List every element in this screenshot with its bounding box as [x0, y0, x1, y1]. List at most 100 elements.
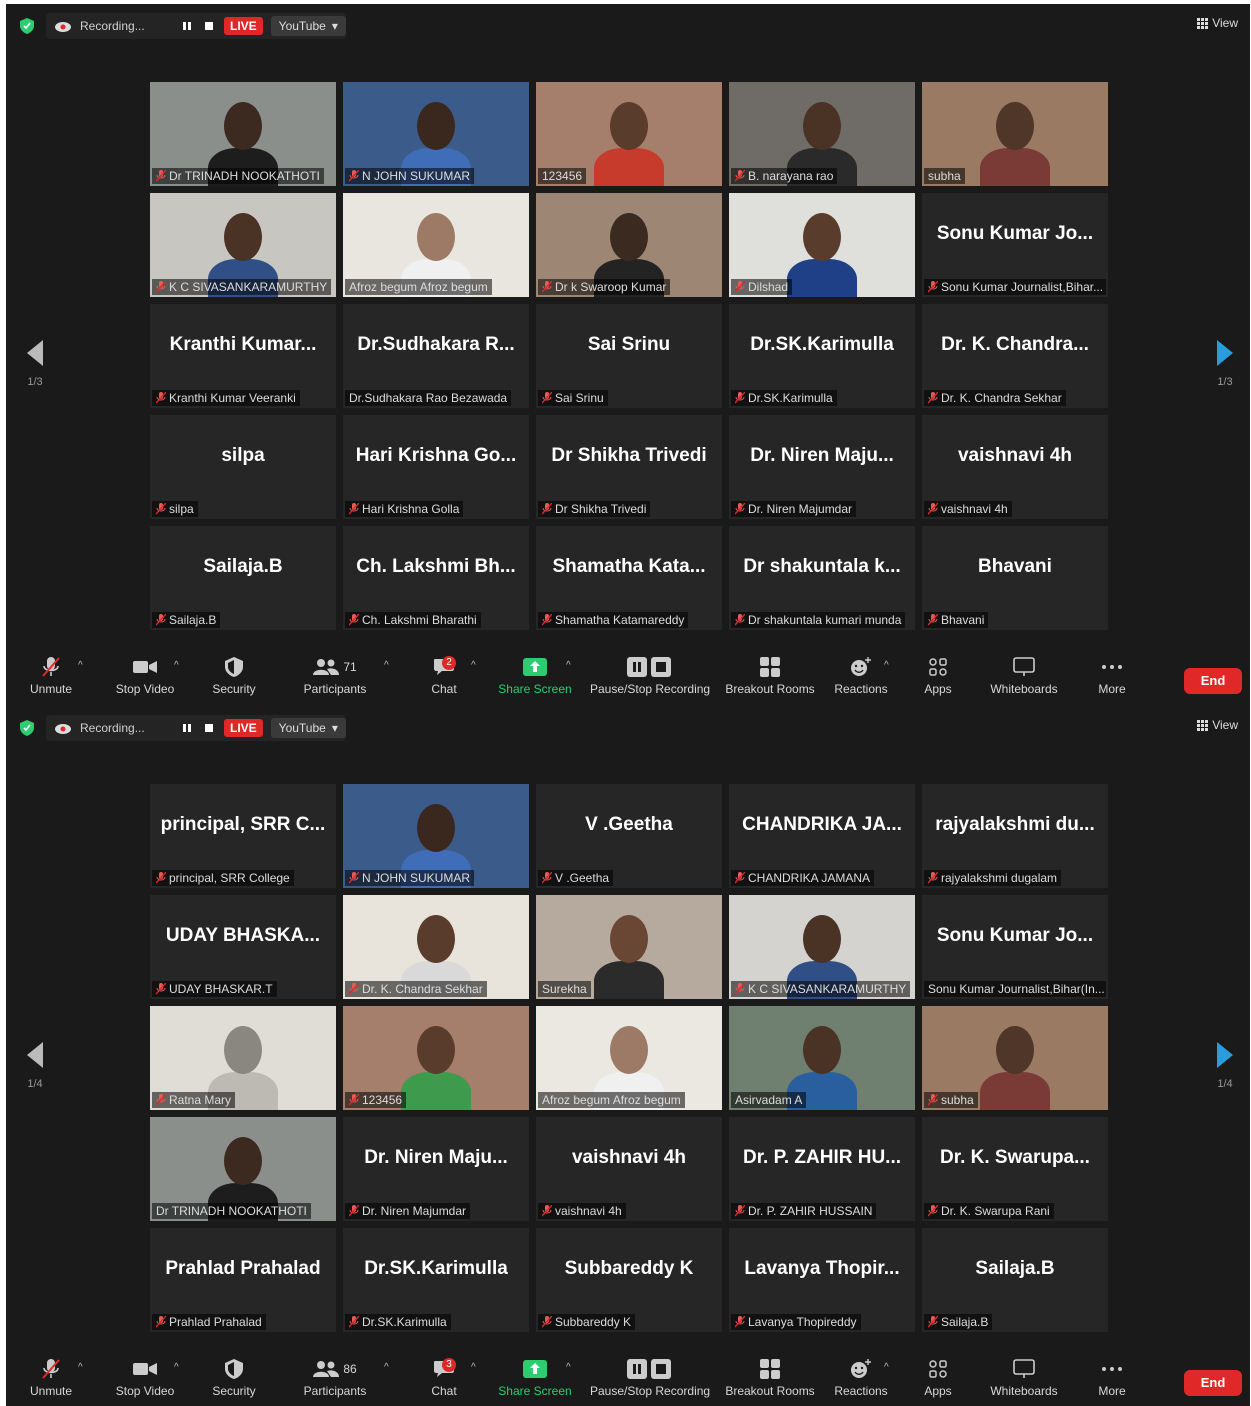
share-screen-button[interactable]: Share Screen [496, 1354, 574, 1398]
participant-tile[interactable]: Prahlad Prahalad Prahlad Prahalad [150, 1228, 336, 1332]
participant-tile[interactable]: K C SIVASANKARAMURTHY [150, 193, 336, 297]
end-meeting-button[interactable]: End [1184, 1370, 1242, 1396]
participant-tile[interactable]: 123456 [536, 82, 722, 186]
reactions-button[interactable]: Reactions [832, 652, 890, 696]
participant-tile[interactable]: CHANDRIKA JA... CHANDRIKA JAMANA [729, 784, 915, 888]
participant-tile[interactable]: Bhavani Bhavani [922, 526, 1108, 630]
apps-button[interactable]: Apps [918, 1354, 958, 1398]
whiteboards-button[interactable]: Whiteboards [986, 652, 1062, 696]
unmute-options-caret-icon[interactable]: ^ [78, 660, 83, 671]
participant-tile[interactable]: subha [922, 1006, 1108, 1110]
participant-tile[interactable]: Dr shakuntala k... Dr shakuntala kumari m… [729, 526, 915, 630]
pause-icon[interactable] [180, 19, 194, 33]
shield-icon[interactable] [20, 18, 34, 34]
unmute-button[interactable]: Unmute [26, 652, 76, 696]
breakout-rooms-button[interactable]: Breakout Rooms [724, 1354, 816, 1398]
participant-tile[interactable]: Surekha [536, 895, 722, 999]
participant-tile[interactable]: Sonu Kumar Jo... Sonu Kumar Journalist,Bi… [922, 193, 1108, 297]
participant-tile[interactable]: Dr.SK.Karimulla Dr.SK.Karimulla [343, 1228, 529, 1332]
stop-icon[interactable] [202, 721, 216, 735]
view-button[interactable]: View [1197, 16, 1238, 30]
more-button[interactable]: More [1090, 652, 1134, 696]
shield-icon[interactable] [20, 720, 34, 736]
unmute-button[interactable]: Unmute [26, 1354, 76, 1398]
apps-button[interactable]: Apps [918, 652, 958, 696]
participant-tile[interactable]: Subbareddy K Subbareddy K [536, 1228, 722, 1332]
participant-tile[interactable]: Dr TRINADH NOOKATHOTI [150, 1117, 336, 1221]
participant-tile[interactable]: Dr. K. Swarupa... Dr. K. Swarupa Rani [922, 1117, 1108, 1221]
participant-tile[interactable]: 123456 [343, 1006, 529, 1110]
security-button[interactable]: Security [206, 652, 262, 696]
participant-tile[interactable]: principal, SRR C... principal, SRR Colleg… [150, 784, 336, 888]
prev-page-button[interactable]: 1/4 [22, 1042, 48, 1090]
participant-tile[interactable]: N JOHN SUKUMAR [343, 784, 529, 888]
more-button[interactable]: More [1090, 1354, 1134, 1398]
participant-tile[interactable]: Dr. K. Chandra... Dr. K. Chandra Sekhar [922, 304, 1108, 408]
view-button[interactable]: View [1197, 718, 1238, 732]
participant-tile[interactable]: Dr k Swaroop Kumar [536, 193, 722, 297]
participant-tile[interactable]: UDAY BHASKA... UDAY BHASKAR.T [150, 895, 336, 999]
whiteboards-button[interactable]: Whiteboards [986, 1354, 1062, 1398]
reactions-options-caret-icon[interactable]: ^ [884, 660, 889, 671]
participant-tile[interactable]: Afroz begum Afroz begum [343, 193, 529, 297]
prev-page-button[interactable]: 1/3 [22, 340, 48, 388]
participant-tile[interactable]: Dr. P. ZAHIR HU... Dr. P. ZAHIR HUSSAIN [729, 1117, 915, 1221]
participant-tile[interactable]: vaishnavi 4h vaishnavi 4h [536, 1117, 722, 1221]
participants-options-caret-icon[interactable]: ^ [384, 1362, 389, 1373]
pause-icon[interactable] [180, 721, 194, 735]
video-options-caret-icon[interactable]: ^ [174, 660, 179, 671]
participant-tile[interactable]: Ratna Mary [150, 1006, 336, 1110]
participant-tile[interactable]: Dr. K. Chandra Sekhar [343, 895, 529, 999]
chat-button[interactable]: 3 Chat [424, 1354, 464, 1398]
participant-tile[interactable]: Asirvadam A [729, 1006, 915, 1110]
participant-tile[interactable]: Sai Srinu Sai Srinu [536, 304, 722, 408]
next-page-button[interactable]: 1/3 [1212, 340, 1238, 388]
participant-tile[interactable]: Dr Shikha Trivedi Dr Shikha Trivedi [536, 415, 722, 519]
reactions-options-caret-icon[interactable]: ^ [884, 1362, 889, 1373]
next-page-button[interactable]: 1/4 [1212, 1042, 1238, 1090]
stop-video-button[interactable]: Stop Video [110, 1354, 180, 1398]
participants-options-caret-icon[interactable]: ^ [384, 660, 389, 671]
participant-tile[interactable]: Hari Krishna Go... Hari Krishna Golla [343, 415, 529, 519]
participant-tile[interactable]: Sonu Kumar Jo... Sonu Kumar Journalist,Bi… [922, 895, 1108, 999]
unmute-options-caret-icon[interactable]: ^ [78, 1362, 83, 1373]
breakout-rooms-button[interactable]: Breakout Rooms [724, 652, 816, 696]
participant-tile[interactable]: subha [922, 82, 1108, 186]
participant-tile[interactable]: Kranthi Kumar... Kranthi Kumar Veeranki [150, 304, 336, 408]
participant-tile[interactable]: Dilshad [729, 193, 915, 297]
participant-tile[interactable]: Dr.Sudhakara R... Dr.Sudhakara Rao Bezawa… [343, 304, 529, 408]
video-options-caret-icon[interactable]: ^ [174, 1362, 179, 1373]
chat-options-caret-icon[interactable]: ^ [471, 660, 476, 671]
participant-tile[interactable]: Afroz begum Afroz begum [536, 1006, 722, 1110]
share-options-caret-icon[interactable]: ^ [566, 1362, 571, 1373]
share-options-caret-icon[interactable]: ^ [566, 660, 571, 671]
participant-tile[interactable]: Dr. Niren Maju... Dr. Niren Majumdar [729, 415, 915, 519]
participant-tile[interactable]: Lavanya Thopir... Lavanya Thopireddy [729, 1228, 915, 1332]
youtube-dropdown[interactable]: YouTube ▾ [270, 16, 346, 36]
participant-tile[interactable]: Sailaja.B Sailaja.B [150, 526, 336, 630]
stop-icon[interactable] [202, 19, 216, 33]
participant-tile[interactable]: silpa silpa [150, 415, 336, 519]
participant-tile[interactable]: Sailaja.B Sailaja.B [922, 1228, 1108, 1332]
participant-tile[interactable]: Dr.SK.Karimulla Dr.SK.Karimulla [729, 304, 915, 408]
end-meeting-button[interactable]: End [1184, 668, 1242, 694]
chat-button[interactable]: 2 Chat [424, 652, 464, 696]
reactions-button[interactable]: Reactions [832, 1354, 890, 1398]
participant-tile[interactable]: K C SIVASANKARAMURTHY [729, 895, 915, 999]
participant-tile[interactable]: N JOHN SUKUMAR [343, 82, 529, 186]
participants-button[interactable]: 71 Participants [296, 652, 374, 696]
participant-tile[interactable]: Dr TRINADH NOOKATHOTI [150, 82, 336, 186]
youtube-dropdown[interactable]: YouTube ▾ [270, 718, 346, 738]
pause-stop-recording-button[interactable]: Pause/Stop Recording [590, 652, 710, 696]
security-button[interactable]: Security [206, 1354, 262, 1398]
participants-button[interactable]: 86 Participants [296, 1354, 374, 1398]
stop-video-button[interactable]: Stop Video [110, 652, 180, 696]
chat-options-caret-icon[interactable]: ^ [471, 1362, 476, 1373]
participant-tile[interactable]: V .Geetha V .Geetha [536, 784, 722, 888]
participant-tile[interactable]: vaishnavi 4h vaishnavi 4h [922, 415, 1108, 519]
share-screen-button[interactable]: Share Screen [496, 652, 574, 696]
participant-tile[interactable]: B. narayana rao [729, 82, 915, 186]
pause-stop-recording-button[interactable]: Pause/Stop Recording [590, 1354, 710, 1398]
participant-tile[interactable]: Shamatha Kata... Shamatha Katamareddy [536, 526, 722, 630]
participant-tile[interactable]: Ch. Lakshmi Bh... Ch. Lakshmi Bharathi [343, 526, 529, 630]
